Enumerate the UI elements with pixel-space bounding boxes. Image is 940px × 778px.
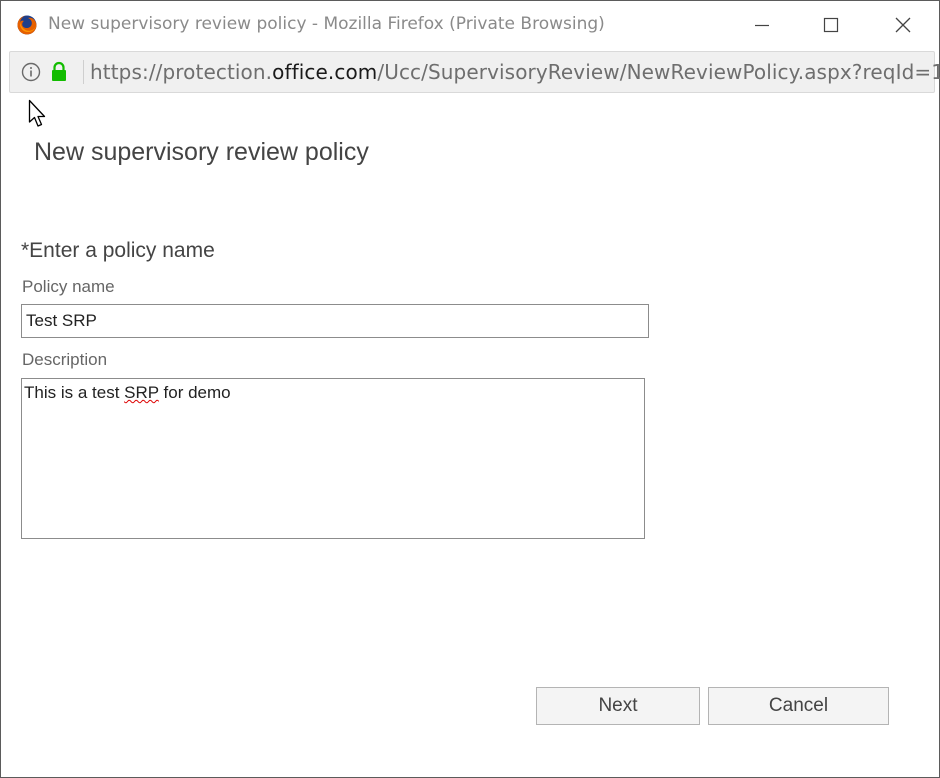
close-button[interactable] [880,9,926,41]
spellcheck-flagged-word: SRP [124,383,159,402]
browser-window: New supervisory review policy - Mozilla … [0,0,940,778]
minimize-button[interactable] [739,9,785,41]
url-prefix: https://protection. [90,60,273,84]
lock-icon[interactable] [50,61,68,83]
url-domain: office.com [272,60,378,84]
firefox-logo-icon [17,15,37,35]
minimize-icon [755,24,769,27]
info-icon[interactable] [21,62,41,82]
urlbar-divider [83,60,84,84]
address-bar[interactable]: https://protection.office.com/Ucc/Superv… [9,51,940,93]
window-title: New supervisory review policy - Mozilla … [48,14,605,34]
cancel-button[interactable]: Cancel [708,687,889,725]
section-heading: *Enter a policy name [21,239,215,262]
maximize-icon [823,17,839,33]
close-icon [895,17,911,33]
next-button[interactable]: Next [536,687,700,725]
title-bar: New supervisory review policy - Mozilla … [1,1,939,49]
description-text-before: This is a test [24,383,125,402]
maximize-button[interactable] [808,9,854,41]
policy-name-label: Policy name [22,277,115,296]
description-label: Description [22,350,108,369]
policy-name-input[interactable] [21,304,649,338]
url-text[interactable]: https://protection.office.com/Ucc/Superv… [90,60,940,84]
mouse-pointer-icon [28,99,46,127]
url-path: /Ucc/SupervisoryReview/NewReviewPolicy.a… [377,60,940,84]
page-title: New supervisory review policy [34,138,369,166]
description-textarea[interactable]: This is a test SRP for demo [21,378,645,539]
description-text-after: for demo [158,383,231,402]
